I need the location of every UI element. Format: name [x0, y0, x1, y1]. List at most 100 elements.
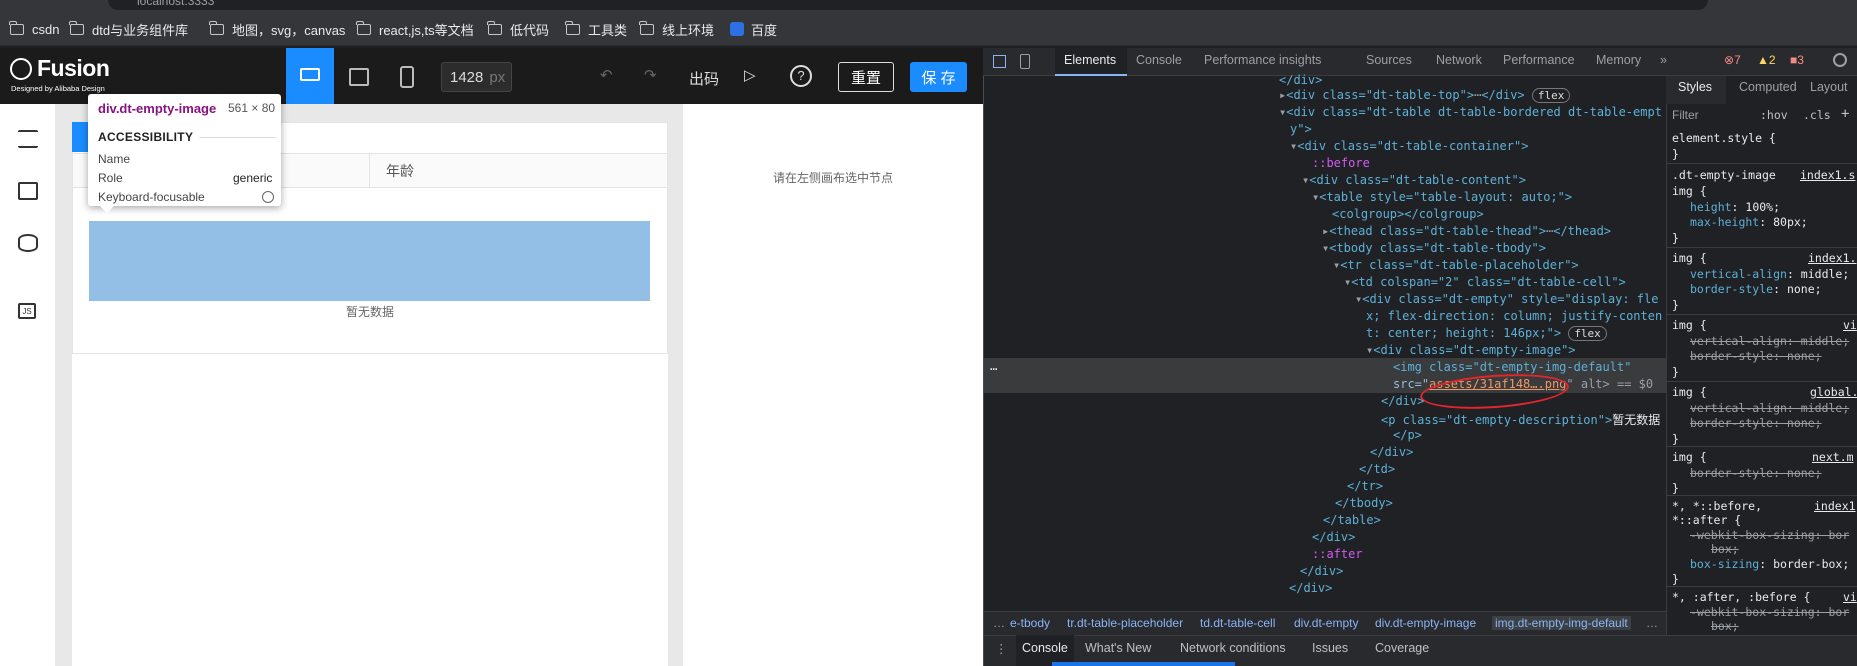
device-toolbar-icon[interactable] — [1020, 54, 1030, 69]
drawer-menu-icon[interactable]: ⋮ — [995, 641, 1008, 656]
breadcrumb-item[interactable]: e-tbody — [1010, 616, 1050, 630]
style-source-link[interactable]: global. — [1810, 385, 1857, 399]
tab-sources[interactable]: Sources — [1366, 53, 1412, 67]
breadcrumb-more-right[interactable]: … — [1646, 616, 1658, 630]
dom-line[interactable]: ▾<tr class="dt-table-placeholder"> — [1333, 258, 1579, 272]
dom-line[interactable]: </div> — [1289, 581, 1332, 595]
bookmark-react[interactable]: react,js,ts等文档 — [356, 20, 474, 38]
breadcrumb-item-active[interactable]: img.dt-empty-img-default — [1492, 616, 1631, 630]
tab-network[interactable]: Network — [1436, 53, 1482, 67]
drawer-tab-issues[interactable]: Issues — [1312, 641, 1348, 655]
style-declaration-overridden[interactable]: box; — [1711, 542, 1739, 556]
style-declaration-overridden[interactable]: -webkit-box-sizing: bor — [1690, 528, 1849, 542]
undo-icon[interactable]: ↶ — [600, 66, 613, 84]
tab-performance-insights[interactable]: Performance insights — [1204, 53, 1321, 67]
bookmark-map[interactable]: 地图，svg，canvas — [209, 20, 345, 38]
style-declaration-overridden[interactable]: border-style: none; — [1690, 416, 1822, 430]
style-declaration[interactable]: box-sizing: border-box; — [1690, 557, 1849, 571]
style-source-link[interactable]: index1. — [1808, 251, 1856, 265]
tab-performance[interactable]: Performance — [1503, 53, 1575, 67]
dom-line[interactable]: ▾<div class="dt-empty" style="display: f… — [1355, 292, 1658, 306]
dom-line[interactable]: </tbody> — [1335, 496, 1393, 510]
gear-icon[interactable] — [1833, 53, 1847, 67]
reset-button[interactable]: 重置 — [838, 62, 894, 92]
dom-line[interactable]: </div> — [1279, 73, 1322, 87]
dom-line[interactable]: ▾<td colspan="2" class="dt-table-cell"> — [1344, 275, 1626, 289]
dom-line[interactable]: </td> — [1359, 462, 1395, 476]
style-source-link[interactable]: index1 — [1814, 499, 1856, 513]
dom-line[interactable]: t: center; height: 146px;"> flex — [1366, 326, 1607, 341]
drawer-tab-console[interactable]: Console — [1022, 641, 1068, 655]
dom-line[interactable]: ▸<div class="dt-table-top">⋯</div> flex — [1279, 88, 1571, 103]
issues-count-badge[interactable]: ■3 — [1790, 53, 1804, 67]
style-declaration[interactable]: vertical-align: middle; — [1690, 267, 1849, 281]
more-tabs-icon[interactable]: » — [1660, 53, 1667, 67]
bookmark-baidu[interactable]: 百度 — [730, 20, 777, 38]
dom-line[interactable]: ▾<div class="dt-table dt-table-bordered … — [1279, 105, 1662, 119]
style-declaration[interactable]: max-height: 80px; — [1690, 215, 1808, 229]
datasource-icon[interactable] — [18, 234, 38, 252]
breadcrumb-item[interactable]: tr.dt-table-placeholder — [1067, 616, 1183, 630]
dom-line[interactable]: <p class="dt-empty-description">暂无数据 — [1381, 411, 1660, 428]
dom-line[interactable]: ▾<div class="dt-table-container"> — [1290, 139, 1528, 153]
canvas-width-input[interactable]: 1428 px — [441, 62, 512, 92]
style-declaration[interactable]: height: 100%; — [1690, 200, 1780, 214]
preview-play-icon[interactable]: ▷ — [744, 66, 756, 84]
mobile-icon[interactable] — [400, 66, 414, 88]
hov-toggle[interactable]: :hov — [1760, 108, 1788, 122]
dom-line[interactable]: </div> — [1300, 564, 1343, 578]
dom-line[interactable]: y"> — [1290, 122, 1312, 136]
dom-pseudo[interactable]: ::after — [1312, 547, 1363, 561]
dom-line[interactable]: </tr> — [1347, 479, 1383, 493]
drawer-tab-network-conditions[interactable]: Network conditions — [1180, 641, 1286, 655]
dom-line[interactable]: ▾<div class="dt-empty-image"> — [1366, 343, 1576, 357]
cls-toggle[interactable]: .cls — [1803, 108, 1831, 122]
style-declaration-overridden[interactable]: border-style: none; — [1690, 466, 1822, 480]
error-count-badge[interactable]: ⊗7 — [1724, 53, 1741, 67]
drawer-tab-whats-new[interactable]: What's New — [1085, 641, 1151, 655]
bookmark-dtd[interactable]: dtd与业务组件库 — [69, 20, 188, 38]
dom-line[interactable]: </div> — [1381, 394, 1424, 408]
add-rule-icon[interactable]: + — [1841, 106, 1849, 122]
style-declaration-overridden[interactable]: vertical-align: middle; — [1690, 401, 1849, 415]
dom-line[interactable]: </p> — [1393, 428, 1422, 442]
dom-line[interactable]: <img class="dt-empty-img-default" — [1393, 360, 1631, 374]
redo-icon[interactable]: ↷ — [644, 66, 657, 84]
breadcrumb-item[interactable]: div.dt-empty-image — [1375, 616, 1476, 630]
tab-computed[interactable]: Computed — [1739, 80, 1797, 94]
drawer-tab-coverage[interactable]: Coverage — [1375, 641, 1429, 655]
js-code-icon[interactable]: JS — [18, 303, 36, 319]
breadcrumb-more[interactable]: … — [993, 616, 1005, 630]
styles-filter-input[interactable]: Filter — [1672, 106, 1747, 126]
tab-console[interactable]: Console — [1136, 53, 1182, 67]
bookmark-lowcode[interactable]: 低代码 — [487, 20, 549, 38]
dom-pseudo[interactable]: ::before — [1312, 156, 1370, 170]
tab-layout[interactable]: Layout — [1810, 80, 1848, 94]
help-icon[interactable]: ? — [790, 65, 812, 87]
style-source-link[interactable]: vi — [1843, 318, 1857, 332]
inspect-element-icon[interactable] — [993, 55, 1006, 68]
bookmark-tools[interactable]: 工具类 — [565, 20, 627, 38]
style-source-link[interactable]: next.m — [1812, 450, 1854, 464]
style-declaration-overridden[interactable]: box; — [1711, 619, 1739, 633]
tab-styles[interactable]: Styles — [1678, 80, 1712, 94]
tab-memory[interactable]: Memory — [1596, 53, 1641, 67]
device-desktop-button[interactable] — [286, 48, 334, 104]
bookmark-csdn[interactable]: csdn — [9, 20, 59, 38]
export-code-button[interactable]: 出码 — [689, 68, 719, 89]
breadcrumb-item[interactable]: td.dt-table-cell — [1200, 616, 1275, 630]
outline-tree-icon[interactable] — [18, 130, 38, 148]
dom-line[interactable]: x; flex-direction: column; justify-conte… — [1366, 309, 1662, 323]
style-source-link[interactable]: vi — [1843, 590, 1857, 604]
dom-line[interactable]: <colgroup></colgroup> — [1332, 207, 1484, 221]
dom-line[interactable]: ▾<div class="dt-table-content"> — [1302, 173, 1526, 187]
dom-line[interactable]: ▾<table style="table-layout: auto;"> — [1312, 190, 1572, 204]
save-button[interactable]: 保 存 — [910, 62, 967, 92]
address-bar[interactable] — [108, 0, 1708, 10]
warning-count-badge[interactable]: ▲2 — [1757, 53, 1776, 67]
style-declaration[interactable]: border-style: none; — [1690, 282, 1822, 296]
dom-line[interactable]: </table> — [1323, 513, 1381, 527]
bookmark-online[interactable]: 线上环境 — [639, 20, 714, 38]
tab-elements[interactable]: Elements — [1064, 53, 1116, 67]
style-declaration-overridden[interactable]: border-style: none; — [1690, 349, 1822, 363]
